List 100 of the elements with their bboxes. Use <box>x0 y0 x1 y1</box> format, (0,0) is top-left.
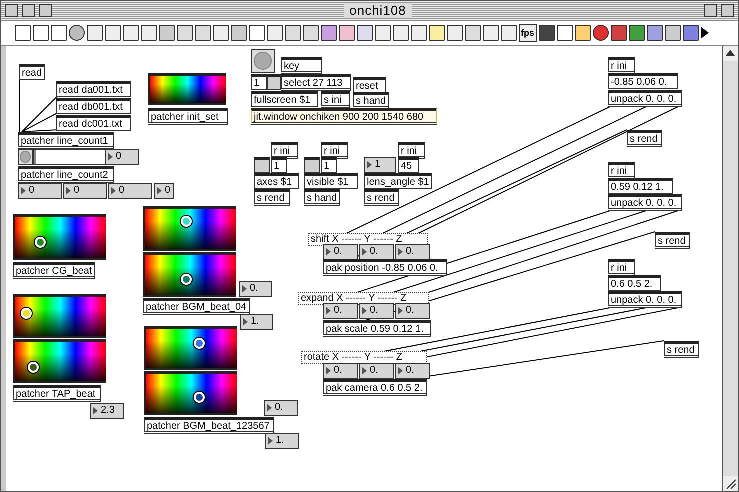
palette-tool-icon[interactable] <box>213 25 229 41</box>
palette-tool-icon[interactable] <box>501 25 517 41</box>
palette-tool-icon[interactable] <box>159 25 175 41</box>
palette-tool-icon[interactable] <box>123 25 139 41</box>
palette-tool-icon[interactable] <box>646 25 662 41</box>
message-box[interactable]: read da001.txt <box>56 81 131 97</box>
number-box[interactable]: 0. <box>323 303 358 319</box>
swatch-dot[interactable] <box>194 392 205 404</box>
palette-tool-icon[interactable] <box>87 25 103 41</box>
palette-tool-icon[interactable] <box>267 25 283 41</box>
number-box[interactable]: 1. <box>265 433 299 449</box>
toggle[interactable] <box>267 74 281 90</box>
color-swatch[interactable] <box>143 252 236 297</box>
bang-button[interactable] <box>251 49 275 73</box>
scroll-bar[interactable] <box>722 46 738 491</box>
bang-button[interactable] <box>18 149 33 165</box>
palette-tool-icon[interactable] <box>51 25 67 41</box>
more-arrow-icon[interactable] <box>700 27 708 39</box>
color-swatch[interactable] <box>143 206 236 251</box>
palette-tool-icon[interactable] <box>105 25 121 41</box>
palette-tool-icon[interactable] <box>69 25 85 41</box>
number-box[interactable]: 0. <box>323 363 358 379</box>
swatch-dot[interactable] <box>180 216 192 227</box>
toggle[interactable] <box>254 157 270 173</box>
number-box[interactable]: 0 <box>18 183 62 199</box>
number-box[interactable]: 2.3 <box>90 403 124 419</box>
slider[interactable] <box>33 149 106 165</box>
message-box[interactable]: fullscreen $1 <box>251 91 318 107</box>
message-box[interactable]: 0.59 0.12 1. <box>608 178 673 194</box>
palette-tool-icon[interactable] <box>483 25 499 41</box>
number-box[interactable]: 0. <box>395 303 430 319</box>
swatch-dot[interactable] <box>180 274 192 285</box>
palette-tool-icon[interactable] <box>393 25 409 41</box>
message-box[interactable]: read dc001.txt <box>56 115 131 131</box>
number-box[interactable]: 0. <box>359 244 394 260</box>
number-box[interactable]: 0. <box>359 363 394 379</box>
message-box[interactable]: 1 <box>271 157 287 173</box>
palette-tool-icon[interactable] <box>610 25 626 41</box>
number-box[interactable]: 0. <box>239 281 272 297</box>
palette-tool-icon[interactable] <box>303 25 319 41</box>
color-swatch[interactable] <box>13 339 106 383</box>
color-swatch[interactable] <box>144 326 237 370</box>
palette-tool-icon[interactable] <box>249 25 265 41</box>
message-box[interactable]: axes $1 <box>254 173 299 189</box>
message-box[interactable]: read <box>19 64 46 80</box>
swatch-dot[interactable] <box>194 338 205 349</box>
palette-tool-icon[interactable] <box>15 25 31 41</box>
palette-tool-icon[interactable] <box>33 25 49 41</box>
window-zoom-icon[interactable] <box>721 4 734 17</box>
palette-tool-icon[interactable] <box>177 25 193 41</box>
color-swatch[interactable] <box>144 371 237 415</box>
palette-tool-icon[interactable] <box>664 25 680 41</box>
close-box-icon[interactable] <box>5 4 18 17</box>
palette-tool-icon[interactable] <box>447 25 463 41</box>
palette-tool-icon[interactable] <box>285 25 301 41</box>
scroll-up-icon[interactable] <box>723 46 738 61</box>
window-shade-icon[interactable] <box>704 4 717 17</box>
swatch-dot[interactable] <box>20 308 32 319</box>
palette-tool-icon[interactable] <box>628 25 644 41</box>
color-swatch[interactable] <box>13 214 106 260</box>
palette-tool-icon[interactable] <box>682 25 698 41</box>
message-box[interactable]: reset <box>353 77 386 93</box>
number-box[interactable]: 1. <box>240 314 273 330</box>
fps-tool[interactable]: fps <box>519 24 536 42</box>
palette-tool-icon[interactable] <box>141 25 157 41</box>
number-box[interactable]: 0 <box>154 183 174 199</box>
message-box[interactable]: 1 <box>251 74 267 90</box>
collapse-box-icon[interactable] <box>22 4 35 17</box>
toggle[interactable] <box>304 157 320 173</box>
message-box[interactable]: 45 <box>398 157 419 173</box>
palette-tool-icon[interactable] <box>231 25 247 41</box>
resize-grip-icon[interactable] <box>723 476 738 491</box>
message-box[interactable]: 0.6 0.5 2. <box>608 275 661 291</box>
zoom-box-icon[interactable] <box>39 4 52 17</box>
palette-tool-icon[interactable] <box>375 25 391 41</box>
palette-tool-icon[interactable] <box>574 25 590 41</box>
message-box[interactable]: read db001.txt <box>56 98 131 114</box>
message-box[interactable]: 1 <box>321 157 337 173</box>
palette-tool-icon[interactable] <box>592 25 608 41</box>
color-swatch[interactable] <box>13 294 106 338</box>
color-swatch[interactable] <box>148 73 226 105</box>
palette-tool-icon[interactable] <box>321 25 337 41</box>
number-box[interactable]: 0 <box>108 183 152 199</box>
palette-tool-icon[interactable] <box>195 25 211 41</box>
palette-tool-icon[interactable] <box>538 25 554 41</box>
number-box[interactable]: 0 <box>105 149 139 165</box>
number-box[interactable]: 0. <box>395 244 430 260</box>
palette-tool-icon[interactable] <box>556 25 572 41</box>
number-box[interactable]: 0. <box>264 400 298 416</box>
message-box[interactable]: -0.85 0.06 0. <box>608 73 678 89</box>
number-box[interactable]: 0 <box>63 183 107 199</box>
message-box[interactable]: lens_angle $1 <box>364 173 432 189</box>
swatch-dot[interactable] <box>28 362 40 374</box>
number-box[interactable]: 0. <box>323 244 358 260</box>
number-box[interactable]: 0. <box>395 363 430 379</box>
palette-tool-icon[interactable] <box>339 25 355 41</box>
palette-tool-icon[interactable] <box>429 25 445 41</box>
number-box[interactable]: 1 <box>364 157 396 173</box>
swatch-dot[interactable] <box>35 236 46 248</box>
palette-tool-icon[interactable] <box>411 25 427 41</box>
